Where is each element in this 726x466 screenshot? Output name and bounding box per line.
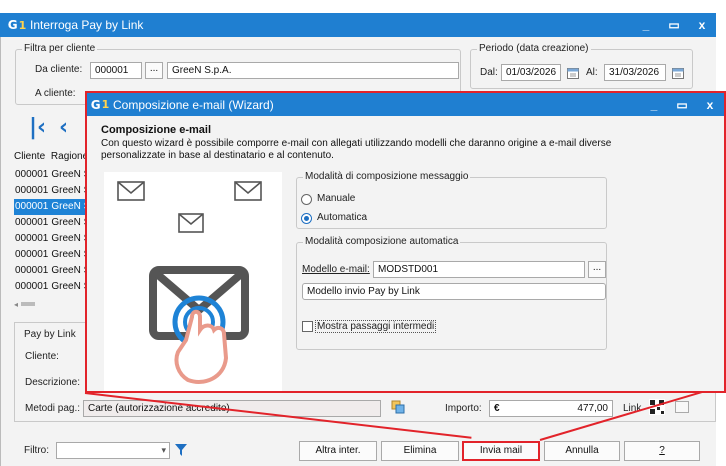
grid-header-ragione[interactable]: Ragione	[51, 151, 88, 162]
dialog-content: Composizione e-mail Con questo wizard è …	[87, 116, 724, 391]
dialog-close-button[interactable]: x	[696, 98, 724, 112]
cell-cliente: 000001	[15, 265, 49, 276]
cliente-label: Cliente:	[25, 351, 59, 362]
invia-mail-button[interactable]: Invia mail	[462, 441, 540, 461]
al-date-input[interactable]: 31/03/2026	[604, 64, 666, 81]
mostra-passaggi-label[interactable]: Mostra passaggi intermedi	[315, 320, 437, 333]
importo-value: 477,00	[577, 403, 608, 414]
da-cliente-label: Da cliente:	[35, 64, 83, 75]
calendar-icon[interactable]	[672, 67, 684, 79]
tab-pay-by-link[interactable]: Pay by Link	[24, 329, 76, 340]
cell-cliente: 000001	[15, 185, 49, 196]
da-cliente-name-input[interactable]: GreeN S.p.A.	[167, 62, 459, 79]
euro-icon: €	[494, 403, 500, 414]
table-row[interactable]: 000001 GreeN S	[14, 263, 94, 279]
envelopes-illustration-icon	[117, 181, 262, 384]
previous-record-icon[interactable]: ‹	[59, 115, 68, 140]
importo-label: Importo:	[445, 403, 482, 414]
table-row[interactable]: 000001 GreeN S	[14, 199, 94, 215]
annulla-button[interactable]: Annulla	[544, 441, 620, 461]
descrizione-label: Descrizione:	[25, 377, 81, 388]
payment-settings-icon[interactable]	[391, 400, 405, 414]
close-button[interactable]: x	[688, 18, 716, 32]
cell-cliente: 000001	[15, 233, 49, 244]
da-cliente-code-input[interactable]: 000001	[90, 62, 142, 79]
grid-header: Cliente Ragione	[14, 151, 88, 162]
scroll-left-icon[interactable]: ◂	[14, 300, 18, 309]
scroll-thumb[interactable]	[21, 302, 36, 307]
wizard-dialog: G1 Composizione e-mail (Wizard) _ ▭ x Co…	[85, 91, 726, 393]
main-titlebar[interactable]: G1 Interroga Pay by Link _ ▭ x	[0, 13, 716, 37]
table-row[interactable]: 000001 GreeN S	[14, 215, 94, 231]
dialog-heading: Composizione e-mail	[101, 124, 212, 136]
cell-cliente: 000001	[15, 281, 49, 292]
metodi-pag-label: Metodi pag.:	[25, 403, 81, 414]
first-record-icon[interactable]: |‹	[29, 115, 46, 140]
cell-cliente: 000001	[15, 217, 49, 228]
period-group-legend: Periodo (data creazione)	[477, 43, 591, 54]
app-logo-icon: G1	[7, 18, 27, 32]
grid-header-cliente[interactable]: Cliente	[14, 151, 45, 162]
table-row[interactable]: 000001 GreeN S	[14, 279, 94, 295]
filter-icon[interactable]	[175, 444, 187, 456]
app-logo-icon: G1	[90, 97, 110, 112]
horizontal-scrollbar[interactable]: ◂	[14, 298, 84, 309]
importo-field[interactable]: € 477,00	[489, 400, 613, 417]
table-row[interactable]: 000001 GreeN S	[14, 167, 94, 183]
table-row[interactable]: 000001 GreeN S	[14, 231, 94, 247]
modello-lookup-button[interactable]: ...	[588, 261, 606, 278]
dal-label: Dal:	[480, 67, 498, 78]
filtro-select[interactable]: ▾	[56, 442, 170, 459]
dialog-minimize-button[interactable]: _	[640, 98, 668, 112]
mostra-passaggi-checkbox[interactable]	[302, 321, 313, 332]
mode-group-legend: Modalità di composizione messaggio	[303, 171, 471, 182]
filter-group-legend: Filtra per cliente	[22, 43, 98, 54]
dialog-titlebar[interactable]: G1 Composizione e-mail (Wizard) _ ▭ x	[87, 93, 724, 116]
dialog-title: Composizione e-mail (Wizard)	[113, 97, 274, 112]
table-row[interactable]: 000001 GreeN S	[14, 183, 94, 199]
radio-manuale[interactable]	[301, 194, 312, 205]
auto-group-legend: Modalità composizione automatica	[303, 236, 461, 247]
dialog-maximize-button[interactable]: ▭	[668, 98, 696, 112]
modello-email-label: Modello e-mail:	[302, 264, 370, 275]
radio-automatica-label[interactable]: Automatica	[317, 212, 367, 223]
email-illustration	[104, 172, 282, 391]
help-button[interactable]: ?	[624, 441, 700, 461]
modello-email-input[interactable]: MODSTD001	[373, 261, 585, 278]
cell-cliente: 000001	[15, 169, 49, 180]
altra-inter-button[interactable]: Altra inter.	[299, 441, 377, 461]
elimina-button[interactable]: Elimina	[381, 441, 459, 461]
cell-cliente: 000001	[15, 201, 49, 212]
radio-manuale-label[interactable]: Manuale	[317, 193, 355, 204]
dialog-description: Con questo wizard è possibile comporre e…	[101, 138, 612, 161]
a-cliente-label: A cliente:	[35, 88, 76, 99]
da-cliente-lookup-button[interactable]: ...	[145, 62, 163, 79]
radio-automatica[interactable]	[301, 213, 312, 224]
main-window-title: Interroga Pay by Link	[30, 18, 144, 32]
table-row[interactable]: 000001 GreeN S	[14, 247, 94, 263]
modello-description-field[interactable]: Modello invio Pay by Link	[302, 283, 606, 300]
al-label: Al:	[586, 67, 598, 78]
link-copy-button[interactable]	[675, 401, 689, 413]
calendar-icon[interactable]	[567, 67, 579, 79]
cell-cliente: 000001	[15, 249, 49, 260]
chevron-down-icon[interactable]: ▾	[161, 443, 166, 457]
maximize-button[interactable]: ▭	[660, 18, 688, 32]
filtro-label: Filtro:	[24, 445, 49, 456]
minimize-button[interactable]: _	[632, 18, 660, 32]
dal-date-input[interactable]: 01/03/2026	[501, 64, 561, 81]
